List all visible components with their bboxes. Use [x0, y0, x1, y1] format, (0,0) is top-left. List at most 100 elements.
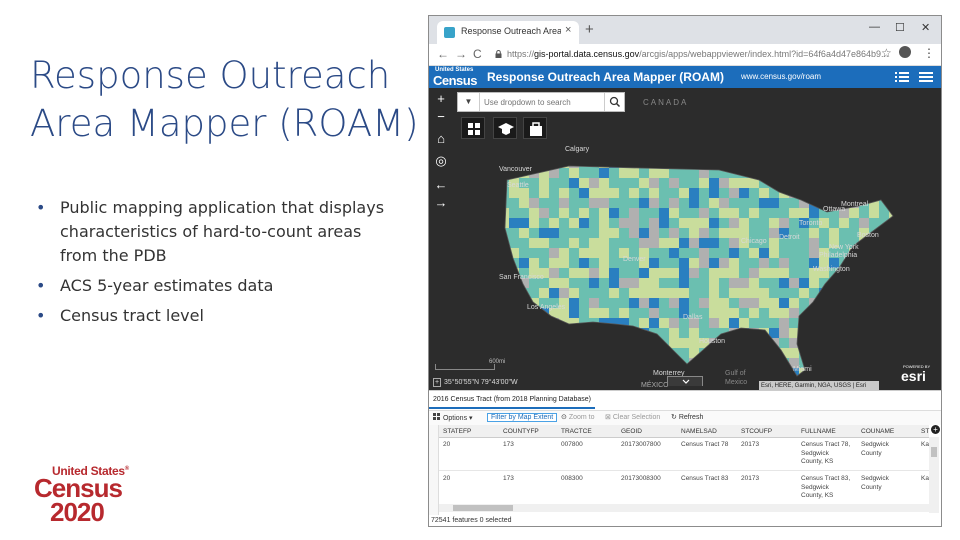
zoom-in-button[interactable]: + [432, 90, 450, 108]
tract-cell [629, 166, 639, 168]
home-icon[interactable]: ⌂ [432, 130, 450, 148]
browser-tab[interactable]: Response Outreach Area Mapper × [437, 21, 579, 44]
table-row[interactable]: 20 173 007800 20173007800 Census Tract 7… [439, 438, 929, 471]
tract-cell [529, 368, 539, 376]
column-header[interactable]: ST [921, 428, 929, 435]
tract-cell [859, 358, 869, 368]
tract-cell [559, 358, 569, 368]
browser-menu-icon[interactable]: ⋮ [923, 46, 935, 60]
tract-cell [779, 208, 789, 218]
tract-cell [749, 228, 759, 238]
locate-icon[interactable]: ◎ [432, 152, 450, 170]
tab-close-icon[interactable]: × [565, 24, 571, 36]
tract-cell [769, 298, 779, 308]
column-header[interactable]: COUNTYFP [503, 428, 539, 435]
list-icon[interactable] [895, 71, 909, 83]
clear-selection-button[interactable]: ⊠ Clear Selection [605, 413, 660, 421]
tract-cell [709, 278, 719, 288]
census-roam-link[interactable]: www.census.gov/roam [741, 72, 821, 81]
scroll-thumb[interactable] [931, 447, 937, 457]
previous-extent-icon[interactable]: ← [432, 176, 450, 194]
vertical-scrollbar[interactable] [929, 437, 939, 513]
tract-cell [749, 248, 759, 258]
tract-cell [799, 288, 809, 298]
tract-cell [849, 268, 859, 278]
tract-cell [599, 358, 609, 368]
tract-cell [509, 348, 519, 358]
tract-cell [819, 238, 829, 248]
zoom-out-button[interactable]: − [432, 108, 450, 126]
tract-cell [689, 238, 699, 248]
filter-by-map-extent-button[interactable]: Filter by Map Extent [487, 413, 558, 422]
tract-cell [759, 258, 769, 268]
tract-cell [549, 288, 559, 298]
column-header[interactable]: TRACTCE [561, 428, 592, 435]
next-extent-icon[interactable]: → [432, 194, 450, 212]
table-row[interactable]: 20 173 008300 20173008300 Census Tract 8… [439, 472, 929, 505]
map-label-washington: Washington [813, 266, 850, 273]
tract-cell [769, 368, 779, 376]
search-input[interactable] [484, 95, 604, 109]
tract-cell [505, 328, 509, 338]
tract-cell [769, 258, 779, 268]
add-column-icon[interactable]: + [931, 425, 940, 434]
tract-cell [809, 288, 819, 298]
map-view[interactable]: CANADA Calgary Vancouver Seattle Ottawa … [429, 88, 941, 390]
search-button[interactable] [604, 93, 624, 111]
tract-cell [739, 358, 749, 368]
tract-cell [505, 188, 509, 198]
tract-cell [719, 308, 729, 318]
maximize-button[interactable]: ☐ [895, 21, 905, 34]
tract-cell [709, 218, 719, 228]
tract-cell [659, 298, 669, 308]
tract-cell [829, 338, 839, 348]
new-tab-button[interactable]: + [585, 21, 594, 38]
column-header[interactable]: COUNAME [861, 428, 894, 435]
menu-icon[interactable] [919, 71, 933, 83]
column-header[interactable]: STCOUFP [741, 428, 772, 435]
tract-cell [859, 338, 869, 348]
bookmark-star-icon[interactable]: ☆ [881, 46, 892, 60]
url-field[interactable]: https://gis-portal.data.census.gov/arcgi… [491, 46, 889, 64]
tract-cell [699, 238, 709, 248]
tract-cell [679, 328, 689, 338]
table-cell: 20 [443, 441, 451, 448]
tract-cell [579, 198, 589, 208]
close-window-button[interactable]: ✕ [921, 21, 930, 34]
minimize-button[interactable]: — [869, 21, 880, 33]
forward-button[interactable]: → [455, 47, 467, 61]
column-header[interactable]: NAMELSAD [681, 428, 717, 435]
about-button[interactable] [493, 117, 517, 139]
row-selector-column[interactable] [429, 425, 439, 515]
tract-cell [569, 258, 579, 268]
column-header[interactable]: STATEFP [443, 428, 471, 435]
scroll-thumb[interactable] [453, 505, 513, 511]
tract-cell [609, 288, 619, 298]
tract-cell [749, 348, 759, 358]
zoom-to-button[interactable]: ⊙ Zoom to [561, 413, 595, 421]
refresh-button[interactable]: ↻ Refresh [671, 413, 703, 421]
tract-cell [589, 378, 599, 388]
attribute-table-toggle[interactable] [667, 376, 703, 386]
tract-cell [839, 288, 849, 298]
reload-button[interactable]: C [473, 47, 482, 61]
column-header[interactable]: GEOID [621, 428, 642, 435]
column-header[interactable]: FULLNAME [801, 428, 836, 435]
tract-cell [799, 268, 809, 278]
address-bar-row: ← → C https://gis-portal.data.census.gov… [429, 44, 941, 66]
attribute-table-tab[interactable]: 2016 Census Tract (from 2018 Planning Da… [429, 393, 595, 409]
basemap-gallery-button[interactable] [461, 117, 485, 139]
tract-cell [589, 198, 599, 208]
back-button[interactable]: ← [437, 47, 449, 61]
tract-cell [779, 248, 789, 258]
coordinate-toggle-icon[interactable]: + [433, 378, 441, 387]
profile-icon[interactable] [899, 46, 911, 58]
options-button[interactable]: Options ▾ [433, 413, 473, 422]
layer-list-button[interactable] [523, 117, 547, 139]
search-source-dropdown[interactable]: ▼ [458, 93, 480, 111]
tract-cell [809, 168, 819, 178]
tract-cell [509, 238, 519, 248]
search-widget: ▼ [457, 92, 625, 112]
tract-cell [679, 166, 689, 168]
horizontal-scrollbar[interactable] [439, 504, 929, 512]
